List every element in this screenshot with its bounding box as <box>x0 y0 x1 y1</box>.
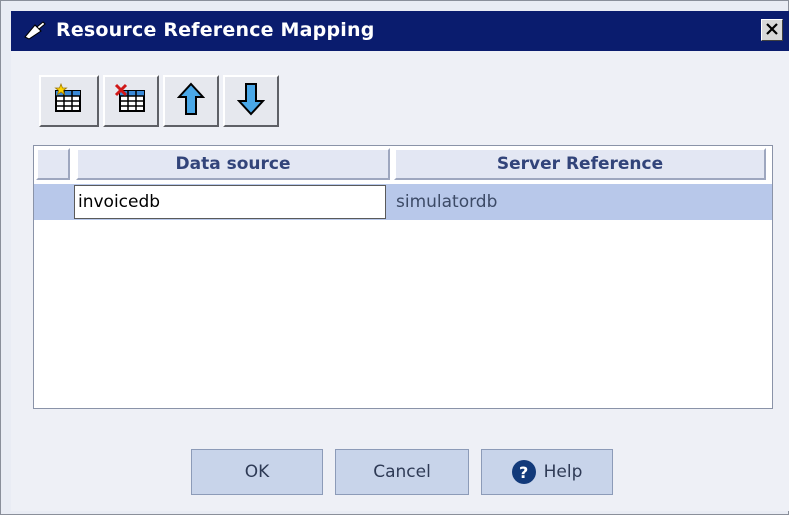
cancel-label: Cancel <box>373 462 431 482</box>
mapping-icon <box>23 20 47 40</box>
add-row-button[interactable] <box>39 75 99 127</box>
resource-reference-mapping-dialog: Resource Reference Mapping Data source S… <box>0 0 789 515</box>
window-title: Resource Reference Mapping <box>56 19 375 41</box>
title-bar[interactable]: Resource Reference Mapping <box>11 11 789 51</box>
dialog-body: Data source Server Reference simulatordb… <box>11 51 789 511</box>
move-up-icon <box>176 82 206 120</box>
move-up-button[interactable] <box>163 75 219 127</box>
help-label: Help <box>543 462 583 482</box>
close-icon <box>765 21 779 40</box>
table-header: Data source Server Reference <box>34 146 772 182</box>
add-row-icon <box>52 82 86 119</box>
table-row[interactable]: simulatordb <box>34 184 772 220</box>
toolbar <box>39 75 279 127</box>
ok-label: OK <box>244 462 270 482</box>
row-header-corner <box>36 148 70 180</box>
cancel-button[interactable]: Cancel <box>335 449 469 495</box>
help-button[interactable]: ? Help <box>481 449 613 495</box>
delete-row-button[interactable] <box>103 75 159 127</box>
row-header[interactable] <box>34 184 72 220</box>
close-button[interactable] <box>761 19 783 41</box>
server-reference-cell[interactable]: simulatordb <box>396 184 497 220</box>
mapping-table: Data source Server Reference simulatordb <box>33 145 773 409</box>
move-down-icon <box>236 82 266 120</box>
column-header-data-source[interactable]: Data source <box>76 148 390 180</box>
delete-row-icon <box>114 83 148 119</box>
data-source-input[interactable] <box>74 185 386 219</box>
move-down-button[interactable] <box>223 75 279 127</box>
column-header-server-reference[interactable]: Server Reference <box>394 148 766 180</box>
ok-button[interactable]: OK <box>191 449 323 495</box>
help-icon: ? <box>511 460 536 484</box>
